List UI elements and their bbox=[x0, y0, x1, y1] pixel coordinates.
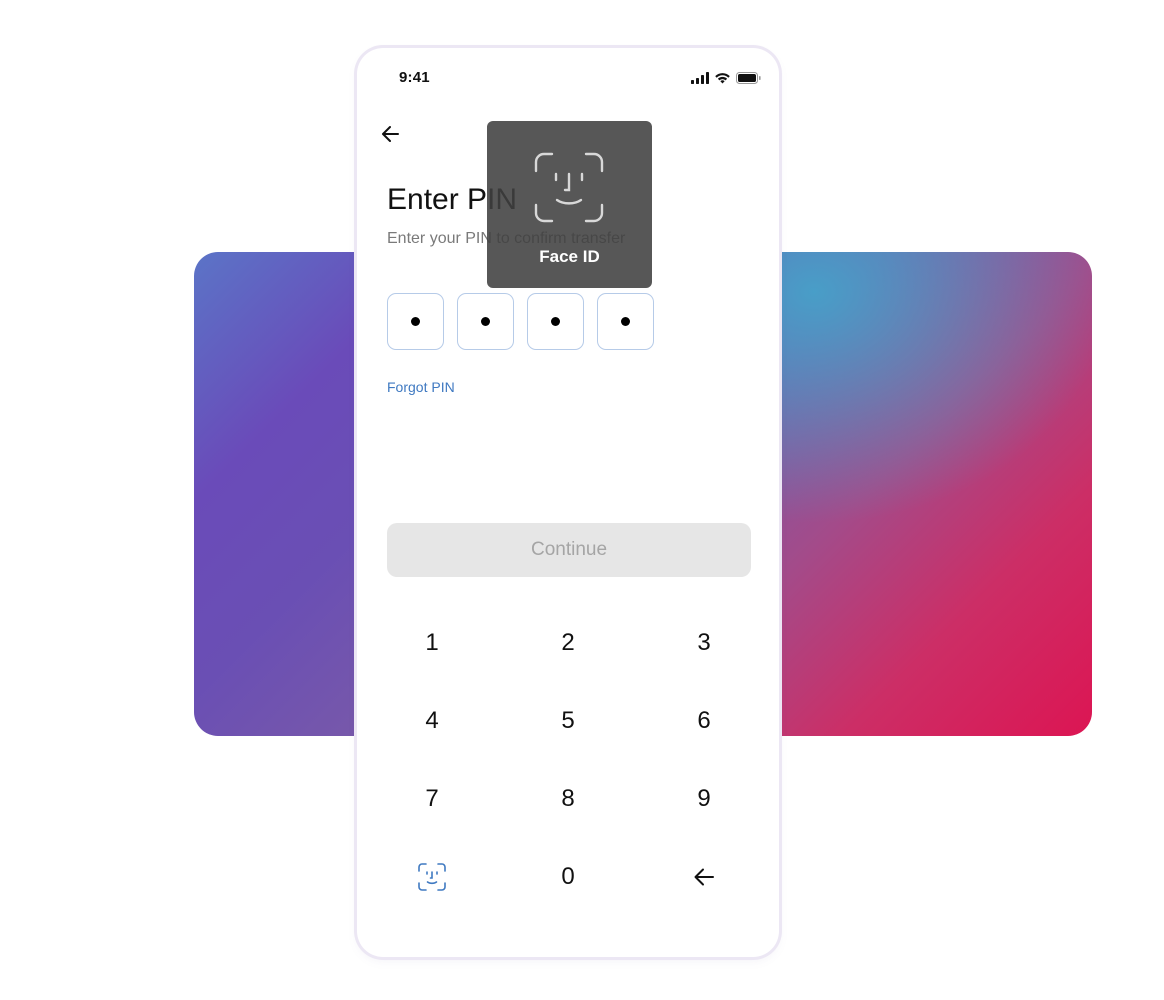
status-time: 9:41 bbox=[399, 69, 430, 86]
keypad-faceid-button[interactable] bbox=[372, 847, 492, 907]
forgot-pin-link[interactable]: Forgot PIN bbox=[387, 379, 455, 395]
pin-digit-box[interactable] bbox=[597, 293, 654, 350]
back-button[interactable] bbox=[379, 122, 403, 146]
faceid-overlay: Face ID bbox=[487, 121, 652, 288]
pin-dot bbox=[411, 317, 420, 326]
pin-digit-box[interactable] bbox=[387, 293, 444, 350]
arrow-left-icon bbox=[382, 126, 399, 142]
keypad-key-5[interactable]: 5 bbox=[508, 691, 628, 751]
keypad-key-6[interactable]: 6 bbox=[644, 691, 764, 751]
keypad-backspace-button[interactable] bbox=[644, 847, 764, 907]
faceid-label: Face ID bbox=[539, 247, 600, 266]
stage: 9:41 Enter PIN Enter your PIN Forgot PIN… bbox=[0, 0, 1164, 1000]
phone-screen: 9:41 Enter PIN Enter your PIN Forgot PIN… bbox=[357, 48, 779, 957]
keypad-key-7[interactable]: 7 bbox=[372, 769, 492, 829]
status-bar: 9:41 bbox=[357, 48, 779, 108]
battery-icon bbox=[736, 71, 761, 89]
pin-dot bbox=[481, 317, 490, 326]
pin-digit-box[interactable] bbox=[527, 293, 584, 350]
keypad-key-3[interactable]: 3 bbox=[644, 613, 764, 673]
continue-button[interactable]: Continue bbox=[387, 523, 751, 577]
keypad-key-1[interactable]: 1 bbox=[372, 613, 492, 673]
signal-icon bbox=[691, 71, 709, 89]
face-id-icon bbox=[534, 152, 604, 223]
status-icons bbox=[691, 71, 761, 89]
keypad-key-4[interactable]: 4 bbox=[372, 691, 492, 751]
pin-digit-box[interactable] bbox=[457, 293, 514, 350]
keypad-key-0[interactable]: 0 bbox=[508, 847, 628, 907]
keypad-key-2[interactable]: 2 bbox=[508, 613, 628, 673]
pin-dot bbox=[621, 317, 630, 326]
pin-input-group[interactable] bbox=[387, 293, 654, 350]
keypad-key-8[interactable]: 8 bbox=[508, 769, 628, 829]
face-id-icon bbox=[418, 863, 446, 891]
backspace-arrow-icon bbox=[694, 868, 714, 886]
pin-dot bbox=[551, 317, 560, 326]
wifi-icon bbox=[714, 71, 731, 89]
keypad-key-9[interactable]: 9 bbox=[644, 769, 764, 829]
